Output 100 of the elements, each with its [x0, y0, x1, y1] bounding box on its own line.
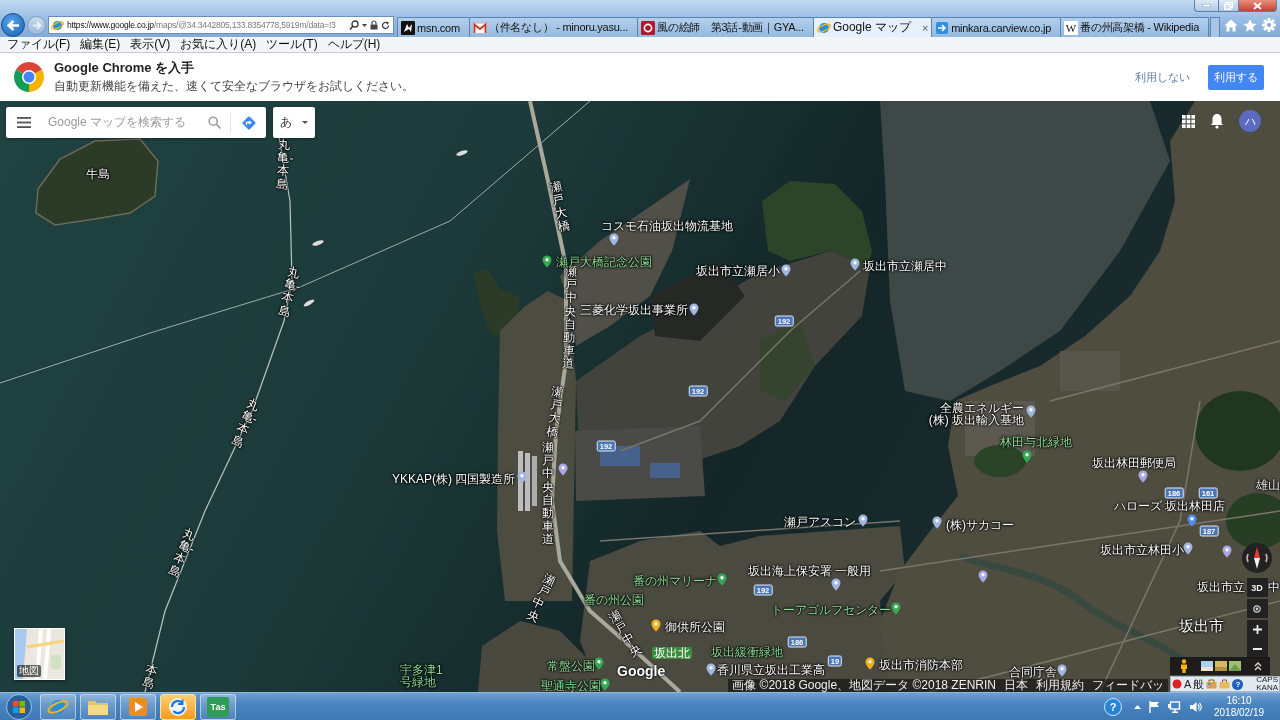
3d-button[interactable]: 3D [1246, 578, 1268, 597]
place-label[interactable]: 御供所公園 [665, 621, 725, 633]
menu-icon[interactable] [17, 117, 31, 128]
park-label[interactable]: トーアゴルフセンター [771, 604, 891, 616]
refresh-icon[interactable] [381, 20, 390, 30]
place-label[interactable]: ハローズ 坂出林田店 [1114, 500, 1226, 512]
park-label[interactable]: 林田与北緑地 [1000, 436, 1072, 448]
map-pin-icon[interactable] [1022, 450, 1032, 463]
map-pin-icon[interactable] [689, 303, 699, 316]
decline-link[interactable]: 利用しない [1129, 65, 1196, 89]
map-pin-icon[interactable] [542, 255, 552, 268]
browser-tab[interactable]: msn.com [397, 17, 470, 37]
menu-item[interactable]: お気に入り(A) [175, 37, 262, 52]
place-label[interactable]: 香川県立坂出工業高 [717, 664, 825, 676]
park-label[interactable]: 聖通寺公園 [541, 680, 601, 692]
star-icon[interactable] [1243, 18, 1257, 32]
place-label[interactable]: 坂出市消防本部 [879, 659, 963, 671]
map-pin-icon[interactable] [1026, 405, 1036, 418]
map-pin-icon[interactable] [831, 578, 841, 591]
menu-item[interactable]: ツール(T) [261, 37, 323, 52]
map-pin-icon[interactable] [1057, 664, 1067, 677]
back-button[interactable] [1, 13, 25, 37]
place-label[interactable]: 坂出市立瀬居中 [863, 260, 947, 272]
browser-tab[interactable]: 風の絵師 第3話-動画｜GYA... [637, 17, 814, 37]
map-pin-icon[interactable] [865, 657, 875, 670]
browser-tab[interactable]: （件名なし） - minoru.yasu... [468, 17, 638, 37]
flag-icon[interactable] [1149, 700, 1160, 713]
clock[interactable]: 16:10 2018/02/19 [1210, 694, 1268, 719]
map-pin-icon[interactable] [1183, 542, 1193, 555]
accept-button[interactable]: 利用する [1208, 64, 1264, 90]
bell-icon[interactable] [1210, 113, 1224, 129]
browser-tab[interactable]: minkara.carview.co.jp [931, 17, 1062, 37]
image-tile-icon[interactable] [1215, 661, 1227, 671]
browser-tab[interactable]: Google マップ × [812, 17, 933, 37]
image-tile-icon[interactable] [1229, 661, 1241, 671]
place-label[interactable]: 全農エネルギー (株) 坂出輸入基地 [928, 402, 1024, 426]
network-icon[interactable] [1168, 700, 1181, 713]
menu-item[interactable]: 編集(E) [75, 37, 126, 52]
close-button[interactable] [1239, 0, 1277, 12]
close-tab-button[interactable]: × [918, 21, 929, 34]
lock-icon[interactable] [370, 20, 378, 30]
taskbar-app-button[interactable] [160, 693, 196, 720]
place-label[interactable]: 三菱化学坂出事業所 [580, 304, 688, 316]
apps-grid-icon[interactable] [1182, 114, 1195, 128]
map-pin-icon[interactable] [517, 471, 527, 484]
park-label[interactable]: 番の州マリーナ [633, 575, 717, 587]
map-pin-icon[interactable] [781, 264, 791, 277]
footer-text[interactable]: フィードバッ [1092, 679, 1164, 692]
place-label[interactable]: YKKAP(株) 四国製造所 [392, 473, 516, 485]
map-pin-icon[interactable] [1222, 545, 1232, 558]
input-tool-button[interactable]: あ [273, 107, 315, 138]
footer-text[interactable]: 画像 ©2018 Google、地図データ ©2018 ZENRIN [732, 679, 996, 692]
restore-button[interactable] [1219, 0, 1239, 12]
my-location-button[interactable] [1246, 599, 1268, 618]
footer-text[interactable]: 利用規約 [1036, 679, 1084, 692]
search-icon[interactable] [349, 20, 359, 30]
image-tile-icon[interactable] [1201, 661, 1213, 671]
map-pin-icon[interactable] [858, 514, 868, 527]
menu-item[interactable]: ファイル(F) [2, 37, 76, 52]
briefcase-icon[interactable] [1219, 679, 1231, 689]
menu-item[interactable]: 表示(V) [125, 37, 176, 52]
address-field[interactable]: https://www.google.co.jp/maps/@34.3442805,133.8354778,5919m/data=!3 [48, 16, 394, 34]
map-pin-icon[interactable] [594, 657, 604, 670]
map-pin-icon[interactable] [558, 463, 568, 476]
browser-tab[interactable]: W 番の州高架橋 - Wikipedia [1060, 17, 1210, 37]
map-pin-icon[interactable] [717, 573, 727, 586]
map-pin-icon[interactable] [891, 602, 901, 615]
input-mode-button[interactable]: A [1184, 677, 1192, 691]
place-label[interactable]: (株)サカコー [946, 519, 1014, 531]
caret-icon[interactable] [362, 23, 367, 27]
pegman-icon[interactable] [1180, 659, 1188, 673]
map-pin-icon[interactable] [850, 258, 860, 271]
help-button[interactable]: ? [1232, 678, 1244, 690]
place-label[interactable]: 坂出市立林田小 [1100, 544, 1184, 556]
dot-icon[interactable] [1172, 679, 1182, 689]
place-label[interactable]: 坂出市立 [1197, 581, 1245, 593]
map-pin-icon[interactable] [978, 570, 988, 583]
menu-item[interactable]: ヘルプ(H) [322, 37, 386, 52]
place-label[interactable]: 坂出市立瀬居小 [696, 265, 780, 277]
map-pin-icon[interactable] [609, 233, 619, 246]
footer-text[interactable]: 日本 [1004, 679, 1028, 692]
map-pin-icon[interactable] [1187, 514, 1197, 527]
caret-up-icon[interactable] [1254, 661, 1262, 671]
map-type-button[interactable]: 地図 [14, 628, 65, 680]
volume-icon[interactable] [1189, 700, 1202, 713]
place-label[interactable]: 坂出海上保安署 一般用 [748, 565, 872, 577]
map-pin-icon[interactable] [600, 678, 610, 691]
map-pin-icon[interactable] [1138, 470, 1148, 483]
map-pin-icon[interactable] [932, 516, 942, 529]
place-label[interactable]: 坂出林田郵便局 [1092, 457, 1176, 469]
park-label[interactable]: 常盤公園 [547, 660, 595, 672]
map-pin-icon[interactable] [706, 663, 716, 676]
place-label[interactable]: コスモ石油坂出物流基地 [601, 220, 733, 232]
help-button[interactable]: ? [1104, 697, 1122, 716]
minimize-button[interactable] [1194, 0, 1219, 12]
map-pin-icon[interactable] [651, 619, 661, 632]
start-button[interactable] [4, 692, 34, 720]
compass-icon[interactable] [1242, 543, 1272, 573]
conversion-mode-button[interactable]: 般 [1193, 677, 1205, 691]
place-label[interactable]: 合同庁舎 [1009, 666, 1057, 678]
